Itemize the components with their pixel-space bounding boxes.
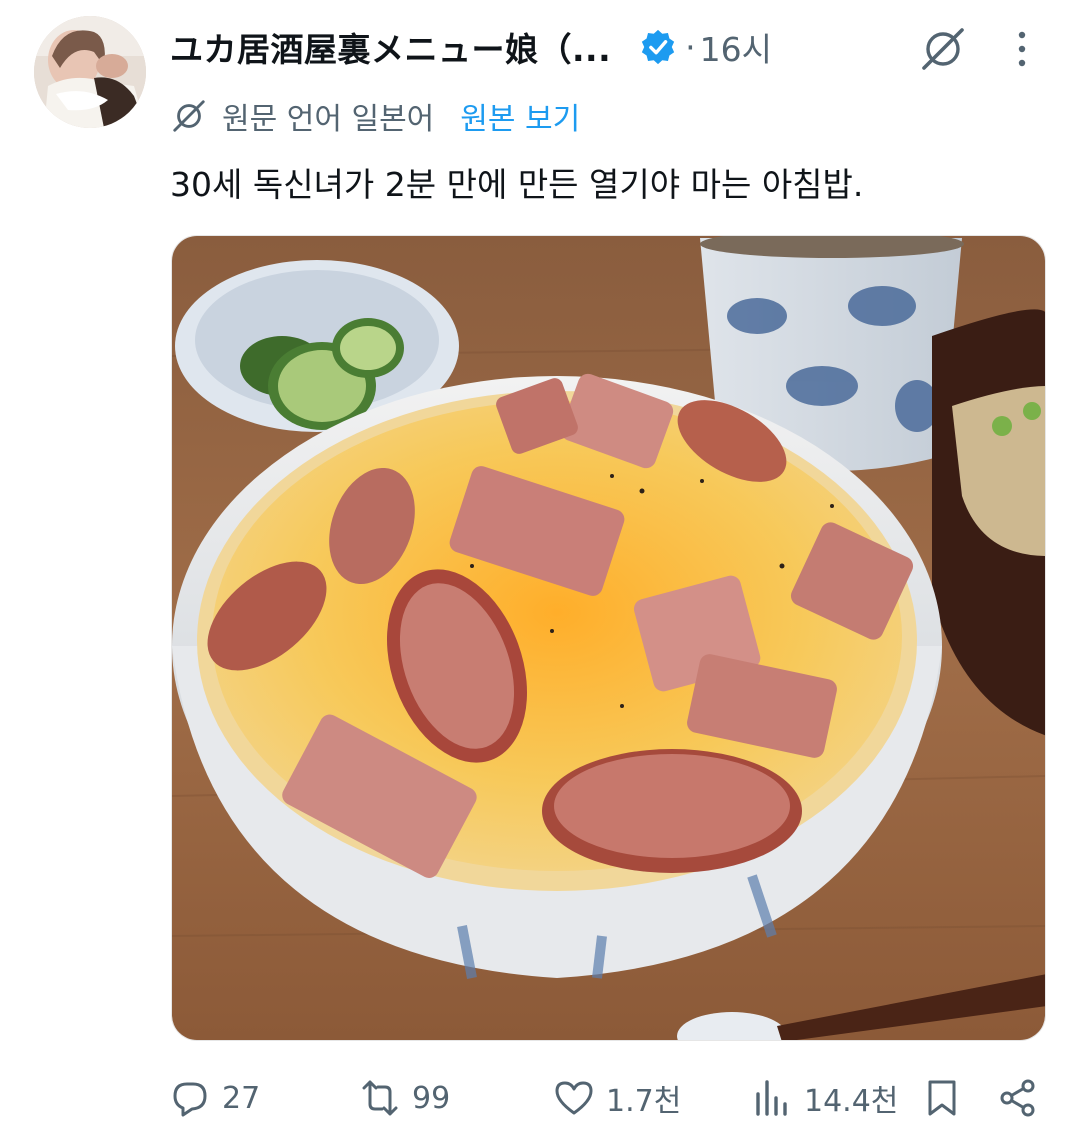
tweet: ユカ居酒屋裏メニュー娘（... · 16시 원문 언어 일본어 원본 보기 30… bbox=[0, 0, 1080, 1143]
bookmark-button[interactable] bbox=[922, 1070, 962, 1126]
repost-button[interactable]: 99 bbox=[360, 1070, 450, 1126]
timestamp[interactable]: 16시 bbox=[700, 23, 772, 71]
tweet-photo[interactable] bbox=[171, 235, 1046, 1041]
reply-button[interactable]: 27 bbox=[170, 1070, 260, 1126]
heart-icon bbox=[555, 1081, 593, 1115]
views-count: 14.4천 bbox=[804, 1084, 899, 1119]
action-bar: 27 99 1.7천 14.4천 bbox=[170, 1070, 1050, 1126]
show-original-link[interactable]: 원본 보기 bbox=[460, 94, 580, 138]
like-button[interactable]: 1.7천 bbox=[554, 1070, 681, 1126]
translation-notice: 원문 언어 일본어 원본 보기 bbox=[170, 94, 580, 138]
tweet-header: ユカ居酒屋裏メニュー娘（... · 16시 bbox=[170, 22, 1050, 72]
views-button[interactable]: 14.4천 bbox=[752, 1070, 898, 1126]
repost-count: 99 bbox=[412, 1080, 451, 1116]
translation-label: 원문 언어 일본어 bbox=[222, 102, 435, 137]
grok-icon[interactable] bbox=[916, 22, 970, 76]
like-count: 1.7천 bbox=[606, 1084, 682, 1119]
tweet-text: 30세 독신녀가 2분 만에 만든 열기야 마는 아침밥. bbox=[170, 165, 864, 204]
share-button[interactable] bbox=[998, 1070, 1038, 1126]
reply-count: 27 bbox=[222, 1080, 261, 1116]
reply-icon bbox=[173, 1082, 207, 1117]
more-options-icon[interactable] bbox=[1002, 24, 1042, 74]
bookmark-icon bbox=[928, 1080, 956, 1116]
repost-icon bbox=[362, 1080, 398, 1116]
display-name[interactable]: ユカ居酒屋裏メニュー娘（... bbox=[170, 23, 611, 71]
separator-dot: · bbox=[685, 27, 696, 67]
translate-icon bbox=[170, 97, 208, 135]
share-icon bbox=[1000, 1079, 1035, 1117]
food-photo-image bbox=[172, 236, 1045, 1040]
avatar[interactable] bbox=[34, 16, 146, 128]
verified-badge-icon bbox=[639, 28, 677, 66]
views-chart-icon bbox=[756, 1080, 787, 1116]
